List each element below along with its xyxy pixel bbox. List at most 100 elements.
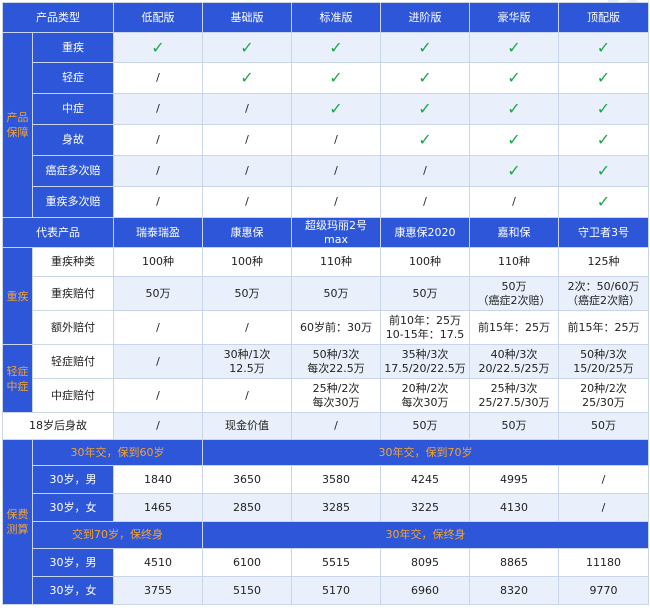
cell: 5150 (202, 576, 292, 605)
cell-line: 前15年：25万 (478, 320, 550, 334)
cell: 50万 （癌症2次赔） (469, 276, 559, 311)
cell: 50万 (202, 276, 292, 311)
coverage-row: 癌症多次赔 / / / / ✓ ✓ (2, 155, 649, 187)
plan-header: 豪华版 (469, 2, 559, 33)
cell-line: / (245, 388, 249, 402)
category-mild: 轻症 中症 (2, 344, 33, 413)
coverage-row: 轻症 / ✓ ✓ ✓ ✓ ✓ (2, 62, 649, 94)
cell: 3225 (380, 493, 470, 522)
cell: 4510 (113, 548, 203, 577)
check-icon: ✓ (469, 62, 559, 94)
cell: 6960 (380, 576, 470, 605)
cell: / (202, 93, 292, 125)
cell-line: 每次30万 (312, 395, 360, 409)
category-coverage: 产品 保障 (2, 32, 33, 218)
header-row: 产品类型 低配版 基础版 标准版 进阶版 豪华版 顶配版 (2, 2, 649, 33)
cell: 50万 (380, 276, 470, 311)
coverage-row: 产品 保障 重疾 ✓ ✓ ✓ ✓ ✓ ✓ (2, 32, 649, 218)
category-critical: 重疾 (2, 247, 33, 345)
premium-group-header: 30年交，保到60岁 (32, 439, 203, 466)
check-icon: ✓ (202, 32, 292, 63)
critical-extra-row: 额外赔付 / / 60岁前：30万 前10年：25万 10-15年：17.5 前1… (2, 310, 649, 345)
cell: 3580 (291, 465, 381, 494)
cell-line: 50万 (323, 286, 349, 300)
cell: 60岁前：30万 (291, 310, 381, 345)
row-label: 重疾赔付 (32, 276, 114, 311)
cell: 11180 (558, 548, 649, 577)
cell-line: 50万 (412, 286, 438, 300)
cell-line: 50种/3次 (580, 347, 627, 361)
cell: / (113, 124, 203, 156)
plan-header: 顶配版 (558, 2, 649, 33)
row-label: 中症赔付 (32, 378, 114, 413)
row-label: 30岁，男 (32, 465, 114, 494)
cell: 25种/3次 25/27.5/30万 (469, 378, 559, 413)
cell: / (202, 310, 292, 345)
insurance-comparison-table: 产品类型 低配版 基础版 标准版 进阶版 豪华版 顶配版 产品 保障 重疾 ✓ ✓… (2, 2, 649, 605)
cell-line: 25种/2次 (312, 381, 360, 395)
cell: / (202, 155, 292, 187)
mild-pay-row: 轻症 中症 轻症赔付 / 30种/1次 12.5万 50种/3次 每次22.5万 35… (2, 344, 649, 413)
cell-line: 20种/2次 (401, 381, 449, 395)
cell-line: 25种/3次 (490, 381, 538, 395)
plan-header: 标准版 (291, 2, 381, 33)
premium-row: 30岁，女 1465 2850 3285 3225 4130 / (2, 493, 649, 522)
check-icon: ✓ (380, 62, 470, 94)
cell-line: 35种/3次 (401, 347, 449, 361)
cell: 50万 (113, 276, 203, 311)
cell: 前15年：25万 (469, 310, 559, 345)
cell-line: 每次30万 (401, 395, 449, 409)
cell: 40种/3次 20/22.5/25万 (469, 344, 559, 379)
row-label: 轻症 (32, 62, 114, 94)
cell: / (113, 344, 203, 379)
cell: 110种 (469, 247, 559, 277)
cell: 4995 (469, 465, 559, 494)
cell: 8095 (380, 548, 470, 577)
cell: 125种 (558, 247, 649, 277)
cell-line: 20种/2次 (580, 381, 627, 395)
cell: / (113, 310, 203, 345)
cell: 3755 (113, 576, 203, 605)
cell-line: 2次：50/60万 (567, 279, 640, 293)
check-icon: ✓ (558, 32, 649, 63)
row-label: 额外赔付 (32, 310, 114, 345)
coverage-row: 重疾多次赔 / / / / / ✓ (2, 186, 649, 218)
premium-row: 30岁，男 1840 3650 3580 4245 4995 / (2, 465, 649, 494)
check-icon: ✓ (291, 93, 381, 125)
cell: 100种 (380, 247, 470, 277)
cell: 20种/2次 每次30万 (380, 378, 470, 413)
cell: / (113, 378, 203, 413)
cell: / (113, 62, 203, 94)
cell-line: 30种/1次 (223, 347, 271, 361)
cell: / (202, 186, 292, 218)
cell: 8320 (469, 576, 559, 605)
cell-line: 15/20/25万 (573, 361, 634, 375)
plan-header: 进阶版 (380, 2, 470, 33)
cell-line: （癌症2次赔） (477, 293, 551, 307)
check-icon: ✓ (202, 62, 292, 94)
cell: 30种/1次 12.5万 (202, 344, 292, 379)
plan-header: 基础版 (202, 2, 292, 33)
row-label: 18岁后身故 (2, 412, 114, 440)
check-icon: ✓ (291, 32, 381, 63)
cell: 5515 (291, 548, 381, 577)
product-name: 嘉和保 (469, 217, 559, 248)
cell-line: 12.5万 (229, 361, 265, 375)
cell-line: 50种/3次 (312, 347, 360, 361)
cell-line: / (156, 388, 160, 402)
cell: 100种 (202, 247, 292, 277)
cell: 现金价值 (202, 412, 292, 440)
premium-header-row: 保费 测算 30年交，保到60岁 30年交，保到70岁 (2, 439, 649, 605)
premium-header-row: 交到70岁，保终身 30年交，保终身 (3, 521, 649, 549)
premium-row: 30岁，男 4510 6100 5515 8095 8865 11180 (2, 548, 649, 577)
cell-line: 40种/3次 (490, 347, 538, 361)
cell-line: / (245, 320, 249, 334)
premium-group-header: 交到70岁，保终身 (32, 521, 203, 549)
check-icon: ✓ (469, 32, 559, 63)
cell: 110种 (291, 247, 381, 277)
check-icon: ✓ (558, 155, 649, 187)
cell: / (469, 186, 559, 218)
row-label: 身故 (32, 124, 114, 156)
premium-row: 30岁，女 3755 5150 5170 6960 8320 9770 (2, 576, 649, 605)
products-row: 代表产品 瑞泰瑞盈 康惠保 超级玛丽2号max 康惠保2020 嘉和保 守卫者3… (2, 217, 649, 248)
